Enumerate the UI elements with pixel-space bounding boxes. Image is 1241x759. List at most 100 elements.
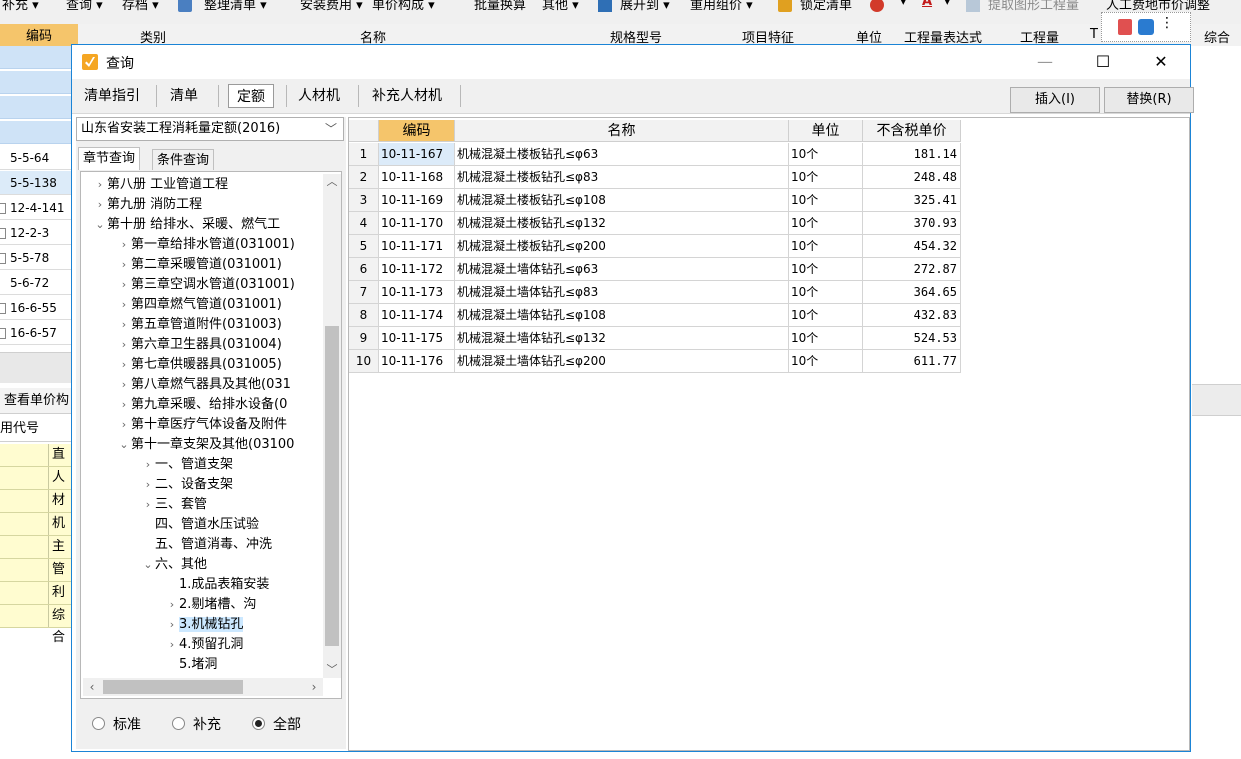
tree-node[interactable]: › 第九章采暖、给排水设备(0 [117,395,288,415]
cell-name[interactable]: 机械混凝土楼板钻孔≤φ63 [455,143,789,166]
cell-unit[interactable]: 10个 [789,258,863,281]
chevron-down-icon[interactable]: ⌄ [93,215,107,235]
cell-name[interactable]: 机械混凝土墙体钻孔≤φ83 [455,281,789,304]
cell-code[interactable]: 10-11-173 [379,281,455,304]
chevron-right-icon[interactable]: › [117,255,131,275]
toolbar-query[interactable]: 查询 ▾ [66,0,103,13]
cell-code[interactable]: 10-11-176 [379,350,455,373]
row-number[interactable]: 6 [349,258,379,281]
insert-button[interactable]: 插入(I) [1010,87,1100,113]
tab-quota[interactable]: 定额 [228,84,274,108]
tree-node[interactable]: › 第四章燃气管道(031001) [117,295,282,315]
toolbar-expand-to[interactable]: 展开到 ▾ [620,0,670,13]
font-color-icon[interactable]: A [922,0,932,9]
tree-node[interactable]: 5.堵洞 [165,655,217,675]
tree-node[interactable]: › 第九册 消防工程 [93,195,202,215]
tree-vertical-scrollbar[interactable]: ︿ ﹀ [323,174,341,678]
cell-code[interactable]: 10-11-175 [379,327,455,350]
lock-icon[interactable] [778,0,792,12]
chevron-right-icon[interactable]: › [117,355,131,375]
chevron-right-icon[interactable]: › [165,635,179,655]
bg-table-row[interactable]: 5-5-64 [0,146,72,170]
document-icon[interactable] [1118,19,1132,35]
cell-code[interactable]: 10-11-172 [379,258,455,281]
cell-price[interactable]: 181.14 [863,143,961,166]
tab-list[interactable]: 清单 [162,84,206,108]
chevron-right-icon[interactable]: › [117,275,131,295]
more-icon[interactable]: ⋮ [1160,15,1174,31]
scroll-up-icon[interactable]: ︿ [323,174,341,190]
row-number[interactable]: 7 [349,281,379,304]
cell-unit[interactable]: 10个 [789,281,863,304]
chevron-right-icon[interactable]: › [117,315,131,335]
expand-icon[interactable] [598,0,612,12]
tree-node[interactable]: ⌄ 第十册 给排水、采暖、燃气工 [93,215,280,235]
toolbar-organize-list[interactable]: 整理清单 ▾ [204,0,267,13]
scroll-thumb[interactable] [103,680,243,694]
cell-unit[interactable]: 10个 [789,143,863,166]
chevron-right-icon[interactable]: › [93,175,107,195]
grid-header-code[interactable]: 编码 [379,120,455,142]
toolbar-font-dropdown[interactable]: ▾ [944,0,951,9]
bg-table-row[interactable]: 5-6-72 [0,271,72,295]
tree-node[interactable]: 四、管道水压试验 [141,515,259,535]
row-number[interactable]: 10 [349,350,379,373]
cell-unit[interactable]: 10个 [789,304,863,327]
cell-price[interactable]: 454.32 [863,235,961,258]
cell-code[interactable]: 10-11-167 [379,143,455,166]
tab-list-guide[interactable]: 清单指引 [76,84,148,108]
radio-supplement-icon[interactable] [172,717,185,730]
cell-unit[interactable]: 10个 [789,327,863,350]
scroll-right-icon[interactable]: › [305,678,323,696]
close-icon[interactable]: ✕ [1138,45,1184,79]
quota-library-select[interactable]: 山东省安装工程消耗量定额(2016) ﹀ [76,117,344,141]
row-checkbox[interactable] [0,228,6,239]
scroll-left-icon[interactable]: ‹ [83,678,101,696]
tree-node[interactable]: › 4.预留孔洞 [165,635,244,655]
cell-name[interactable]: 机械混凝土墙体钻孔≤φ108 [455,304,789,327]
cell-unit[interactable]: 10个 [789,212,863,235]
tree-node[interactable]: 五、管道消毒、冲洗 [141,535,272,555]
bg-table-row[interactable]: 12-2-3 [0,221,72,245]
tree-node[interactable]: › 三、套管 [141,495,207,515]
radio-standard[interactable]: 标准 [92,715,141,735]
cell-name[interactable]: 机械混凝土墙体钻孔≤φ132 [455,327,789,350]
toolbar-batch-convert[interactable]: 批量换算 [474,0,526,13]
tree-node[interactable]: › 第一章给排水管道(031001) [117,235,295,255]
cell-price[interactable]: 272.87 [863,258,961,281]
cell-unit[interactable]: 10个 [789,350,863,373]
bg-table-row[interactable]: 16-6-55 [0,296,72,320]
chevron-right-icon[interactable]: › [117,395,131,415]
tree-node[interactable]: › 第六章卫生器具(031004) [117,335,282,355]
toolbar-fill-dropdown[interactable]: ▾ [900,0,907,9]
cell-unit[interactable]: 10个 [789,189,863,212]
grid-header-name[interactable]: 名称 [455,120,789,142]
cell-code[interactable]: 10-11-170 [379,212,455,235]
tree-node[interactable]: › 第七章供暖器具(031005) [117,355,282,375]
scroll-down-icon[interactable]: ﹀ [323,662,341,678]
cell-unit[interactable]: 10个 [789,166,863,189]
cell-code[interactable]: 10-11-168 [379,166,455,189]
toolbar-unit-price[interactable]: 单价构成 ▾ [372,0,435,13]
row-number[interactable]: 9 [349,327,379,350]
minimize-icon[interactable]: — [1022,45,1068,79]
tree-node[interactable]: › 3.机械钻孔 [165,615,244,635]
binoculars-icon[interactable] [178,0,192,12]
cell-price[interactable]: 432.83 [863,304,961,327]
tree-node[interactable]: › 二、设备支架 [141,475,233,495]
cell-code[interactable]: 10-11-171 [379,235,455,258]
cell-unit[interactable]: 10个 [789,235,863,258]
row-number[interactable]: 3 [349,189,379,212]
cell-price[interactable]: 611.77 [863,350,961,373]
subtab-condition-query[interactable]: 条件查询 [152,149,215,170]
row-checkbox[interactable] [0,203,6,214]
chevron-right-icon[interactable]: › [141,475,155,495]
tree-node[interactable]: › 第八册 工业管道工程 [93,175,228,195]
bg-table-row[interactable]: 5-5-78 [0,246,72,270]
toolbar-reuse[interactable]: 重用组价 ▾ [690,0,753,13]
row-number[interactable]: 8 [349,304,379,327]
row-number[interactable]: 5 [349,235,379,258]
chevron-right-icon[interactable]: › [93,195,107,215]
cell-name[interactable]: 机械混凝土楼板钻孔≤φ132 [455,212,789,235]
chevron-right-icon[interactable]: › [117,375,131,395]
